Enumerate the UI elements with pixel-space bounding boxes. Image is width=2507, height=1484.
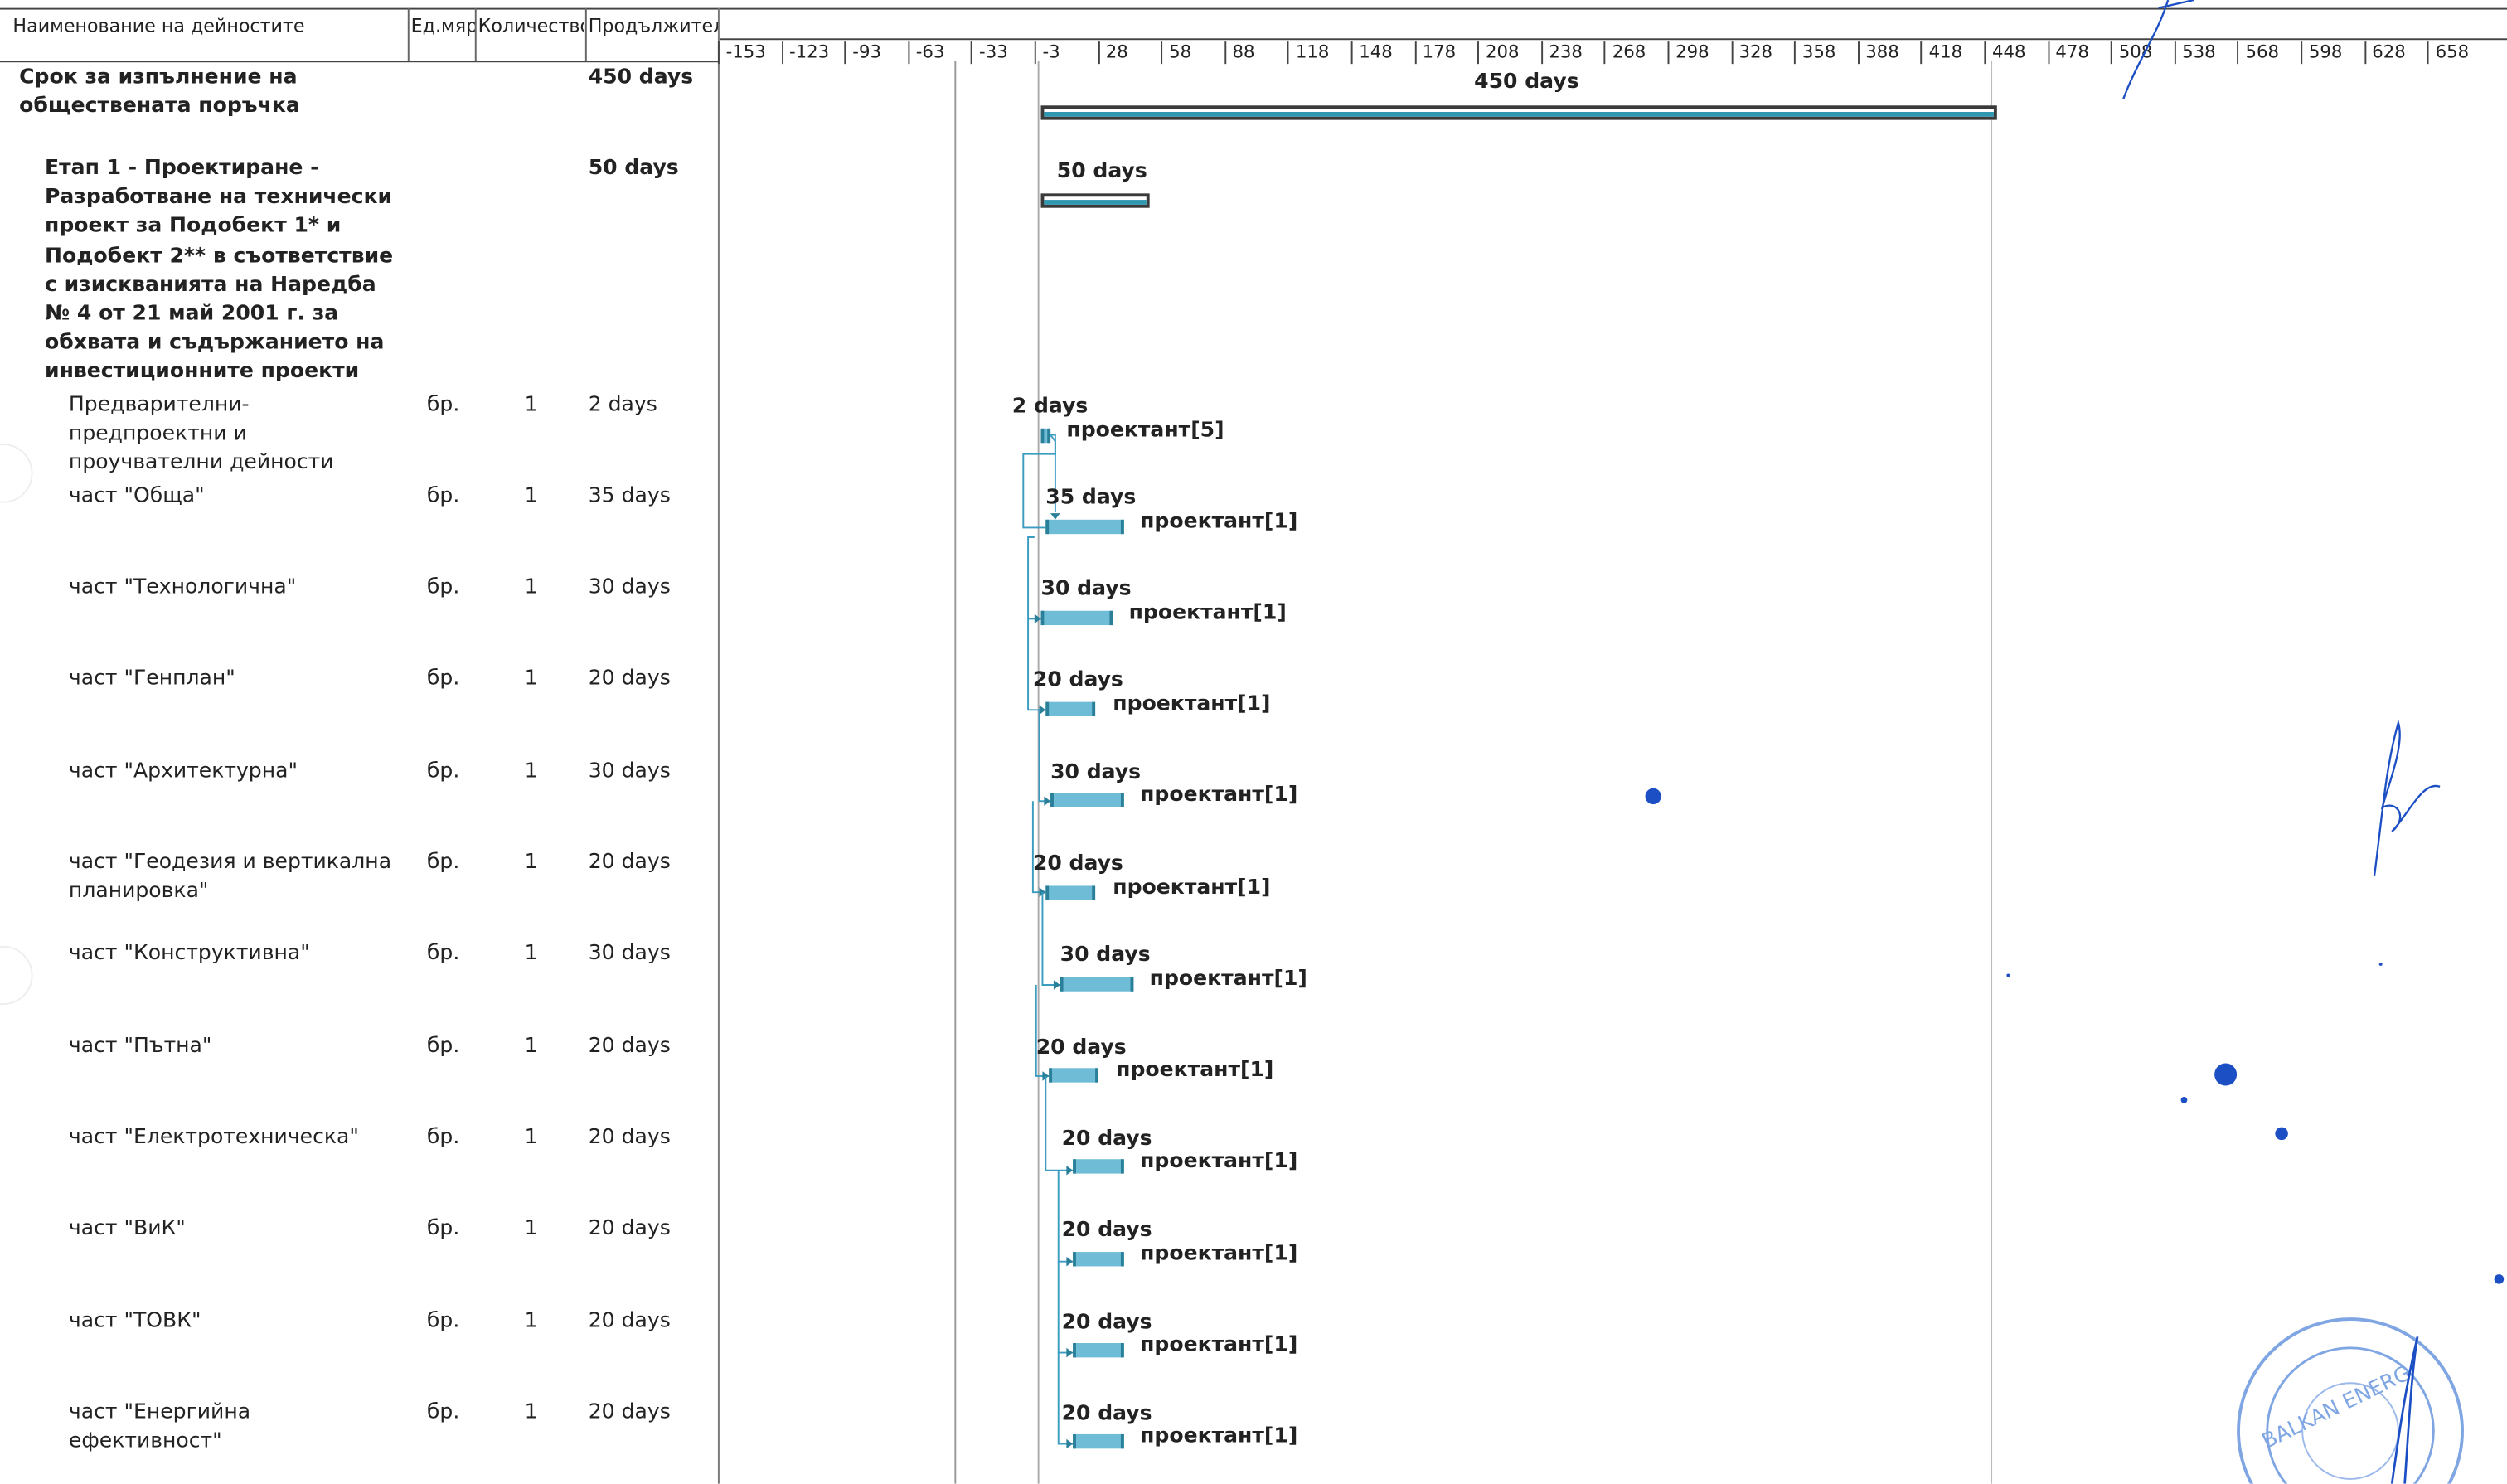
task-bar[interactable] xyxy=(1040,428,1051,444)
bar-resource-label: проектант[1] xyxy=(1140,1424,1298,1449)
bar-duration-label: 2 days xyxy=(1011,395,1089,419)
summary-bar-fill xyxy=(1044,112,1994,117)
task-bar[interactable] xyxy=(1073,1252,1124,1267)
bar-resource-label: проектант[1] xyxy=(1149,967,1307,992)
dependency-arrow xyxy=(1044,796,1051,807)
bar-duration-label: 20 days xyxy=(1061,1311,1152,1336)
bar-duration-label: 30 days xyxy=(1060,943,1151,968)
task-bar[interactable] xyxy=(1049,1068,1098,1083)
task-bar[interactable] xyxy=(1045,519,1124,535)
bar-resource-label: проектант[1] xyxy=(1128,601,1287,626)
bar-duration-label: 20 days xyxy=(1035,1035,1127,1060)
bar-resource-label: проектант[1] xyxy=(1140,1333,1298,1358)
bar-duration-label: 30 days xyxy=(1040,577,1132,602)
bar-resource-label: проектант[1] xyxy=(1140,1242,1298,1267)
task-bar[interactable] xyxy=(1073,1159,1124,1174)
bar-duration-label: 450 days xyxy=(1474,70,1579,95)
dependency-link xyxy=(1035,985,1050,1077)
dependency-link xyxy=(1031,801,1046,894)
bar-resource-label: проектант[5] xyxy=(1066,419,1224,444)
summary-bar-fill xyxy=(1044,200,1147,205)
dependency-link xyxy=(1027,536,1041,620)
dependency-link xyxy=(1057,1352,1074,1445)
dependency-link xyxy=(1057,1170,1074,1263)
task-bar[interactable] xyxy=(1050,793,1124,807)
bar-duration-label: 20 days xyxy=(1032,851,1123,876)
dependency-arrow xyxy=(1053,980,1060,990)
task-bar[interactable] xyxy=(1045,701,1096,717)
bar-resource-label: проектант[1] xyxy=(1140,510,1298,535)
summary-bar[interactable] xyxy=(1040,105,1997,120)
bar-duration-label: 20 days xyxy=(1061,1127,1152,1152)
bar-resource-label: проектант[1] xyxy=(1113,692,1271,717)
bar-resource-label: проектант[1] xyxy=(1116,1058,1274,1083)
bar-duration-label: 35 days xyxy=(1045,486,1137,511)
task-bar[interactable] xyxy=(1045,885,1096,900)
bar-duration-label: 50 days xyxy=(1056,159,1147,184)
bar-duration-label: 20 days xyxy=(1032,668,1123,693)
dependency-arrow xyxy=(1034,613,1041,624)
summary-bar[interactable] xyxy=(1040,193,1150,208)
dependency-link xyxy=(1057,1261,1074,1354)
bar-duration-label: 20 days xyxy=(1061,1402,1152,1427)
dependency-link xyxy=(1027,618,1046,711)
dependency-link xyxy=(1045,1075,1074,1171)
dependency-arrow xyxy=(1039,705,1046,715)
dependency-link xyxy=(1041,892,1060,986)
dependency-arrow xyxy=(1066,1347,1074,1358)
dependency-link xyxy=(1022,434,1056,529)
task-bar[interactable] xyxy=(1073,1343,1124,1358)
dependency-arrow xyxy=(1066,1165,1074,1176)
task-bar[interactable] xyxy=(1060,977,1134,992)
dependency-link xyxy=(1038,710,1051,803)
gantt-sheet: Наименование на дейностите Ед.мярка Коли… xyxy=(0,0,2507,1484)
bar-resource-label: проектант[1] xyxy=(1140,783,1298,807)
dependency-arrow xyxy=(1066,1438,1074,1449)
dependency-arrow xyxy=(1066,1256,1074,1267)
dependency-arrow xyxy=(1050,513,1060,520)
bar-resource-label: проектант[1] xyxy=(1113,875,1271,900)
bar-duration-label: 20 days xyxy=(1061,1218,1152,1243)
bar-resource-label: проектант[1] xyxy=(1140,1149,1298,1174)
bar-duration-label: 30 days xyxy=(1050,761,1142,785)
task-bar[interactable] xyxy=(1040,610,1113,626)
task-bar[interactable] xyxy=(1073,1433,1124,1449)
